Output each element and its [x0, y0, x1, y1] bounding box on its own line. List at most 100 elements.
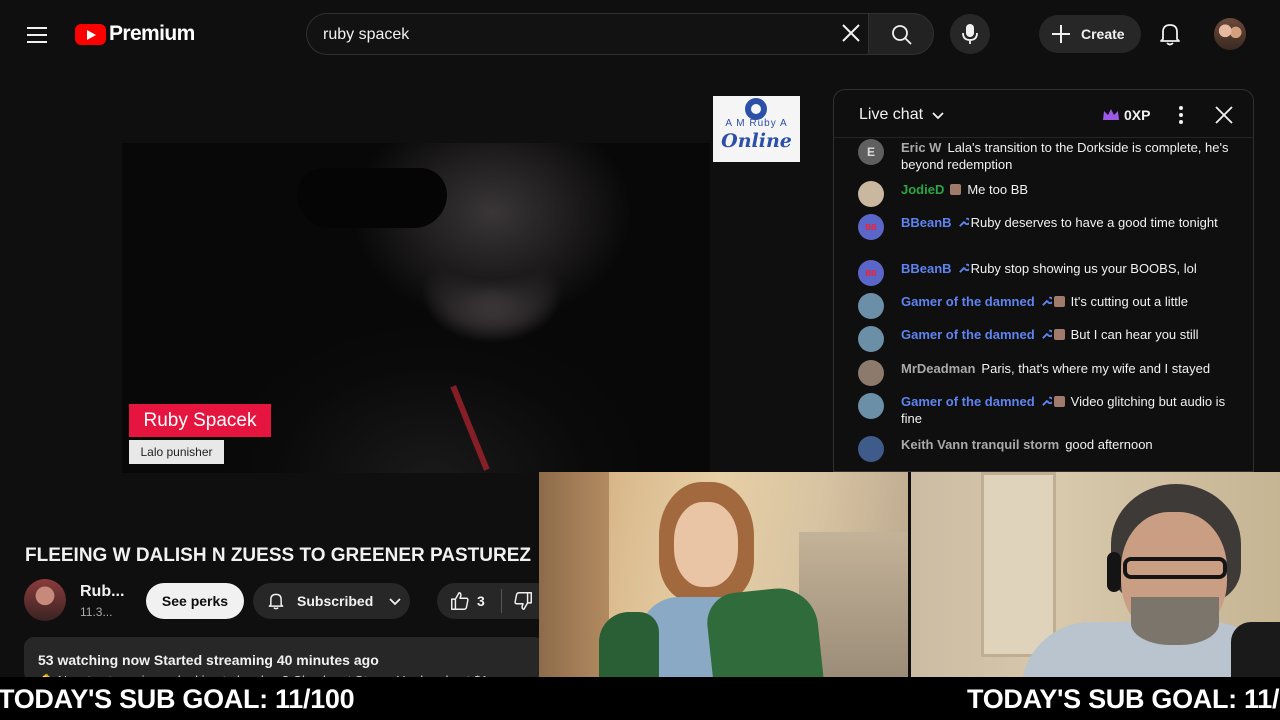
streamer-name-tag: Ruby Spacek	[129, 404, 271, 437]
chat-author-name[interactable]: JodieD	[901, 182, 944, 197]
top-bar: Premium Create	[0, 0, 1280, 68]
logo-ring-icon	[745, 98, 767, 120]
chat-message-body: JodieD Me too BB	[901, 181, 1241, 198]
clear-search-icon[interactable]	[838, 20, 864, 46]
chat-author-avatar[interactable]	[858, 393, 884, 419]
chat-author-name[interactable]: BBeanB	[901, 261, 952, 276]
member-badge-icon	[1053, 296, 1065, 307]
plus-icon	[1051, 24, 1071, 44]
logo-script-text: Online	[721, 130, 792, 152]
xp-label: 0XP	[1124, 107, 1151, 123]
chat-author-avatar[interactable]	[858, 360, 884, 386]
webcam-scene-detail	[1231, 622, 1280, 680]
description-box[interactable]: 53 watching now Started streaming 40 min…	[24, 637, 544, 682]
channel-avatar[interactable]	[24, 579, 66, 621]
sub-goal-text: TODAY'S SUB GOAL: 11/100	[0, 684, 355, 714]
chat-author-avatar[interactable]: BB	[858, 214, 884, 240]
webcam-scene-detail	[1131, 597, 1219, 645]
live-chat-title[interactable]: Live chat	[859, 106, 923, 124]
create-button[interactable]: Create	[1039, 15, 1141, 53]
moderator-wrench-icon	[1041, 327, 1054, 339]
like-count: 3	[477, 593, 485, 609]
live-chat-panel: Live chat 0XP E Eric W Lala's transition t…	[833, 89, 1254, 472]
member-badge-icon	[1053, 329, 1065, 340]
chevron-down-icon[interactable]	[930, 107, 946, 123]
logo-top-text: A M Ruby A	[725, 118, 788, 129]
close-icon[interactable]	[1212, 103, 1236, 127]
webcam-scene-detail	[704, 584, 824, 680]
create-label: Create	[1081, 26, 1125, 42]
chat-author-avatar[interactable]	[858, 436, 884, 462]
webcam-feed-left	[539, 472, 908, 680]
chat-author-name[interactable]: BBeanB	[901, 215, 952, 230]
video-title: FLEEING W DALISH N ZUESS TO GREENER PAST…	[25, 545, 531, 566]
webcam-feed-right	[911, 472, 1280, 680]
chat-author-name[interactable]: Keith Vann tranquil storm	[901, 437, 1059, 452]
live-chat-header: Live chat 0XP	[834, 90, 1253, 138]
microphone-icon	[962, 24, 978, 44]
webcam-scene-detail	[981, 472, 1056, 657]
chat-message-body: Keith Vann tranquil storm good afternoon	[901, 436, 1241, 453]
sub-goal-text: TODAY'S SUB GOAL: 11/100	[967, 684, 1280, 714]
search-button[interactable]	[868, 13, 934, 55]
chat-author-avatar[interactable]	[858, 181, 884, 207]
moderator-wrench-icon	[958, 261, 971, 273]
search-box	[306, 13, 868, 55]
xp-badge[interactable]: 0XP	[1102, 105, 1150, 125]
chat-message-body: Eric W Lala's transition to the Dorkside …	[901, 139, 1241, 173]
crown-icon	[1103, 109, 1119, 120]
chat-author-name[interactable]: Eric W	[901, 140, 941, 155]
chat-message-body: Gamer of the damned Video glitching but a…	[901, 393, 1241, 427]
webcam-scene-detail	[674, 502, 738, 587]
subscribed-button[interactable]: Subscribed	[253, 583, 410, 619]
chat-author-name[interactable]: MrDeadman	[901, 361, 975, 376]
moderator-wrench-icon	[1041, 394, 1054, 406]
member-badge-icon	[1053, 396, 1065, 407]
moderator-wrench-icon	[958, 215, 971, 227]
chat-message-body: BBeanB Ruby stop showing us your BOOBS, l…	[901, 260, 1241, 277]
sub-goal-ticker: TODAY'S SUB GOAL: 11/100 TODAY'S SUB GOA…	[0, 677, 1280, 720]
more-options-icon[interactable]	[1174, 103, 1188, 127]
chat-message-text: It's cutting out a little	[1070, 294, 1189, 309]
chat-message-text: Lala's transition to the Dorkside is com…	[901, 140, 1229, 172]
chat-message-text: Me too BB	[967, 182, 1029, 197]
chat-author-name[interactable]: Gamer of the damned	[901, 327, 1035, 342]
chevron-down-icon	[389, 598, 401, 606]
chat-message-text: good afternoon	[1065, 437, 1153, 452]
chat-author-avatar[interactable]	[858, 293, 884, 319]
chat-message-text: But I can hear you still	[1070, 327, 1199, 342]
channel-name[interactable]: Rub...	[80, 583, 124, 601]
watching-status: 53 watching now Started streaming 40 min…	[38, 652, 379, 668]
menu-icon[interactable]	[22, 20, 52, 50]
thumbs-down-icon[interactable]	[512, 590, 534, 612]
chat-message-text: Paris, that's where my wife and I stayed	[981, 361, 1211, 376]
logo-text: Premium	[109, 22, 195, 45]
video-player[interactable]: Ruby Spacek Lalo punisher	[122, 143, 710, 473]
chat-author-avatar[interactable]	[858, 326, 884, 352]
chat-author-avatar[interactable]: E	[858, 139, 884, 165]
chat-author-name[interactable]: Gamer of the damned	[901, 294, 1035, 309]
voice-search-button[interactable]	[950, 14, 990, 54]
channel-logo-overlay: A M Ruby A Online	[713, 96, 800, 162]
chat-message-body: Gamer of the damned It's cutting out a li…	[901, 293, 1241, 310]
moderator-wrench-icon	[1041, 294, 1054, 306]
search-icon	[892, 25, 912, 45]
thumbs-up-icon	[451, 592, 469, 610]
youtube-logo-icon	[75, 23, 106, 45]
chat-message-text: Ruby stop showing us your BOOBS, lol	[970, 261, 1197, 276]
see-perks-button[interactable]: See perks	[146, 583, 244, 619]
like-button[interactable]: 3	[437, 583, 547, 619]
streamer-subtitle-tag: Lalo punisher	[129, 440, 224, 464]
webcam-scene-detail	[1123, 557, 1227, 579]
bell-icon	[268, 593, 284, 610]
chat-author-avatar[interactable]: BB	[858, 260, 884, 286]
youtube-premium-logo[interactable]: Premium	[75, 22, 195, 46]
video-frame-detail	[297, 168, 447, 228]
subscribed-label: Subscribed	[297, 593, 374, 609]
account-avatar[interactable]	[1214, 18, 1246, 50]
notifications-bell-icon[interactable]	[1155, 19, 1185, 49]
search-input[interactable]	[323, 23, 823, 47]
like-dislike-divider	[500, 589, 502, 613]
chat-author-name[interactable]: Gamer of the damned	[901, 394, 1035, 409]
webcam-scene-detail	[599, 612, 659, 680]
